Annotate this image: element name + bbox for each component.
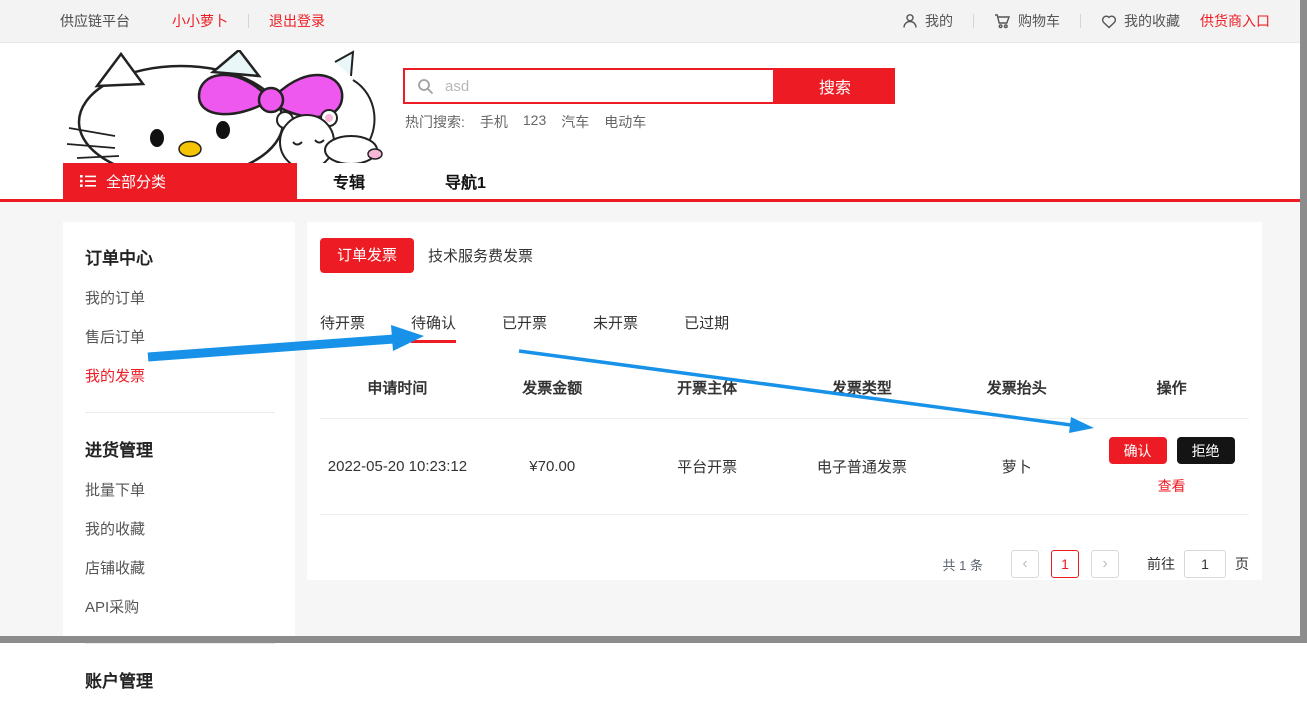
cart-link[interactable]: 购物车	[994, 11, 1060, 31]
sidebar-section-account: 账户管理	[85, 643, 275, 718]
my-account-link[interactable]: 我的	[902, 11, 953, 31]
sidebar-section-title: 账户管理	[85, 667, 275, 692]
sidebar-item-my-favorites[interactable]: 我的收藏	[85, 518, 275, 539]
nav-item-nav1[interactable]: 导航1	[445, 169, 486, 193]
view-link[interactable]: 查看	[1158, 476, 1186, 496]
search-input-wrap	[403, 68, 775, 104]
heart-icon	[1101, 14, 1117, 29]
col-apply-time: 申请时间	[320, 377, 475, 398]
sidebar-section-title: 订单中心	[85, 244, 275, 269]
logout-link[interactable]: 退出登录	[269, 11, 325, 31]
sidebar-item-my-orders[interactable]: 我的订单	[85, 287, 275, 308]
nav-item-album[interactable]: 专辑	[333, 169, 365, 193]
tab-not-issued[interactable]: 未开票	[593, 312, 638, 333]
platform-brand-link[interactable]: 供应链平台	[60, 11, 130, 31]
hot-search-row: 热门搜索: 手机 123 汽车 电动车	[405, 112, 646, 132]
supplier-entry-link[interactable]: 供货商入口	[1200, 11, 1270, 31]
invoice-table-row: 2022-05-20 10:23:12 ¥70.00 平台开票 电子普通发票 萝…	[320, 419, 1249, 515]
cell-invoice-title: 萝卜	[939, 456, 1094, 477]
topbar-left-group: 供应链平台 小小萝卜 退出登录	[60, 11, 325, 31]
site-logo-cat	[63, 50, 390, 163]
reject-button[interactable]: 拒绝	[1177, 437, 1235, 464]
tab-pending-issue[interactable]: 待开票	[320, 312, 365, 333]
favorites-link[interactable]: 我的收藏	[1101, 11, 1180, 31]
cell-actions: 确认 拒绝 查看	[1094, 437, 1249, 496]
prev-page-button[interactable]: ‹	[1011, 550, 1039, 578]
sidebar-item-bulk-order[interactable]: 批量下单	[85, 479, 275, 500]
main-nav: 专辑 导航1	[333, 163, 486, 199]
current-page-button[interactable]: 1	[1051, 550, 1079, 578]
col-issuer: 开票主体	[630, 377, 785, 398]
hot-keyword[interactable]: 汽车	[561, 112, 589, 132]
window-right-edge	[1300, 0, 1307, 643]
top-utility-bar: 供应链平台 小小萝卜 退出登录 我的 购物车	[0, 0, 1307, 43]
sidebar-item-shop-favorites[interactable]: 店铺收藏	[85, 557, 275, 578]
hot-search-label: 热门搜索:	[405, 112, 465, 132]
confirm-button[interactable]: 确认	[1109, 437, 1167, 464]
sidebar-section-title: 进货管理	[85, 436, 275, 461]
col-amount: 发票金额	[475, 377, 630, 398]
invoice-status-tabs: 待开票 待确认 已开票 未开票 已过期	[320, 312, 1249, 333]
invoice-table: 申请时间 发票金额 开票主体 发票类型 发票抬头 操作 2022-05-20 1…	[320, 377, 1249, 515]
tab-pending-confirm[interactable]: 待确认	[411, 312, 456, 333]
cart-icon	[994, 13, 1011, 29]
sidebar-item-my-invoices[interactable]: 我的发票	[85, 365, 275, 386]
cell-apply-time: 2022-05-20 10:23:12	[320, 458, 475, 475]
page-unit-label: 页	[1235, 554, 1249, 574]
topbar-right-group: 我的 购物车 我的收藏 供货商入口	[902, 11, 1270, 31]
search-button[interactable]: 搜索	[775, 68, 895, 104]
divider	[248, 14, 249, 28]
category-list-icon	[80, 174, 96, 188]
username-link[interactable]: 小小萝卜	[172, 11, 228, 31]
goto-label: 前往	[1147, 554, 1175, 574]
sidebar-section-orders: 订单中心 我的订单 售后订单 我的发票	[85, 244, 275, 412]
invoice-type-tabs: 订单发票 技术服务费发票	[320, 238, 1249, 273]
pagination-total: 共 1 条	[943, 555, 983, 574]
divider	[973, 14, 974, 28]
tab-tech-service-invoice[interactable]: 技术服务费发票	[428, 245, 533, 266]
pagination: 共 1 条 ‹ 1 › 前往 页	[320, 550, 1249, 578]
user-icon	[902, 13, 918, 29]
all-categories-button[interactable]: 全部分类	[63, 163, 297, 199]
cell-invoice-type: 电子普通发票	[784, 456, 939, 477]
account-sidebar: 订单中心 我的订单 售后订单 我的发票 进货管理 批量下单 我的收藏 店铺收藏 …	[63, 222, 295, 643]
goto-page-group: 前往 页	[1147, 550, 1249, 578]
sidebar-item-aftersale-orders[interactable]: 售后订单	[85, 326, 275, 347]
hot-keyword[interactable]: 电动车	[604, 112, 646, 132]
col-actions: 操作	[1094, 377, 1249, 398]
invoice-panel: 订单发票 技术服务费发票 待开票 待确认 已开票 未开票 已过期 申请时间 发票…	[307, 222, 1262, 580]
hot-keyword[interactable]: 123	[523, 112, 546, 132]
col-invoice-title: 发票抬头	[939, 377, 1094, 398]
search-icon	[417, 78, 434, 95]
goto-page-input[interactable]	[1184, 550, 1226, 578]
tab-expired[interactable]: 已过期	[684, 312, 729, 333]
window-bottom-edge	[0, 636, 1307, 643]
all-categories-label: 全部分类	[106, 171, 166, 192]
tab-order-invoice[interactable]: 订单发票	[320, 238, 414, 273]
cell-issuer: 平台开票	[630, 456, 785, 477]
sidebar-item-api-purchase[interactable]: API采购	[85, 596, 275, 617]
col-invoice-type: 发票类型	[784, 377, 939, 398]
hot-keyword[interactable]: 手机	[480, 112, 508, 132]
tab-issued[interactable]: 已开票	[502, 312, 547, 333]
action-buttons: 确认 拒绝	[1109, 437, 1235, 464]
search-input[interactable]	[443, 77, 773, 96]
sidebar-section-purchasing: 进货管理 批量下单 我的收藏 店铺收藏 API采购	[85, 412, 275, 643]
divider	[1080, 14, 1081, 28]
invoice-table-header: 申请时间 发票金额 开票主体 发票类型 发票抬头 操作	[320, 377, 1249, 419]
cell-amount: ¥70.00	[475, 458, 630, 475]
search-bar: 搜索	[403, 68, 895, 104]
next-page-button[interactable]: ›	[1091, 550, 1119, 578]
